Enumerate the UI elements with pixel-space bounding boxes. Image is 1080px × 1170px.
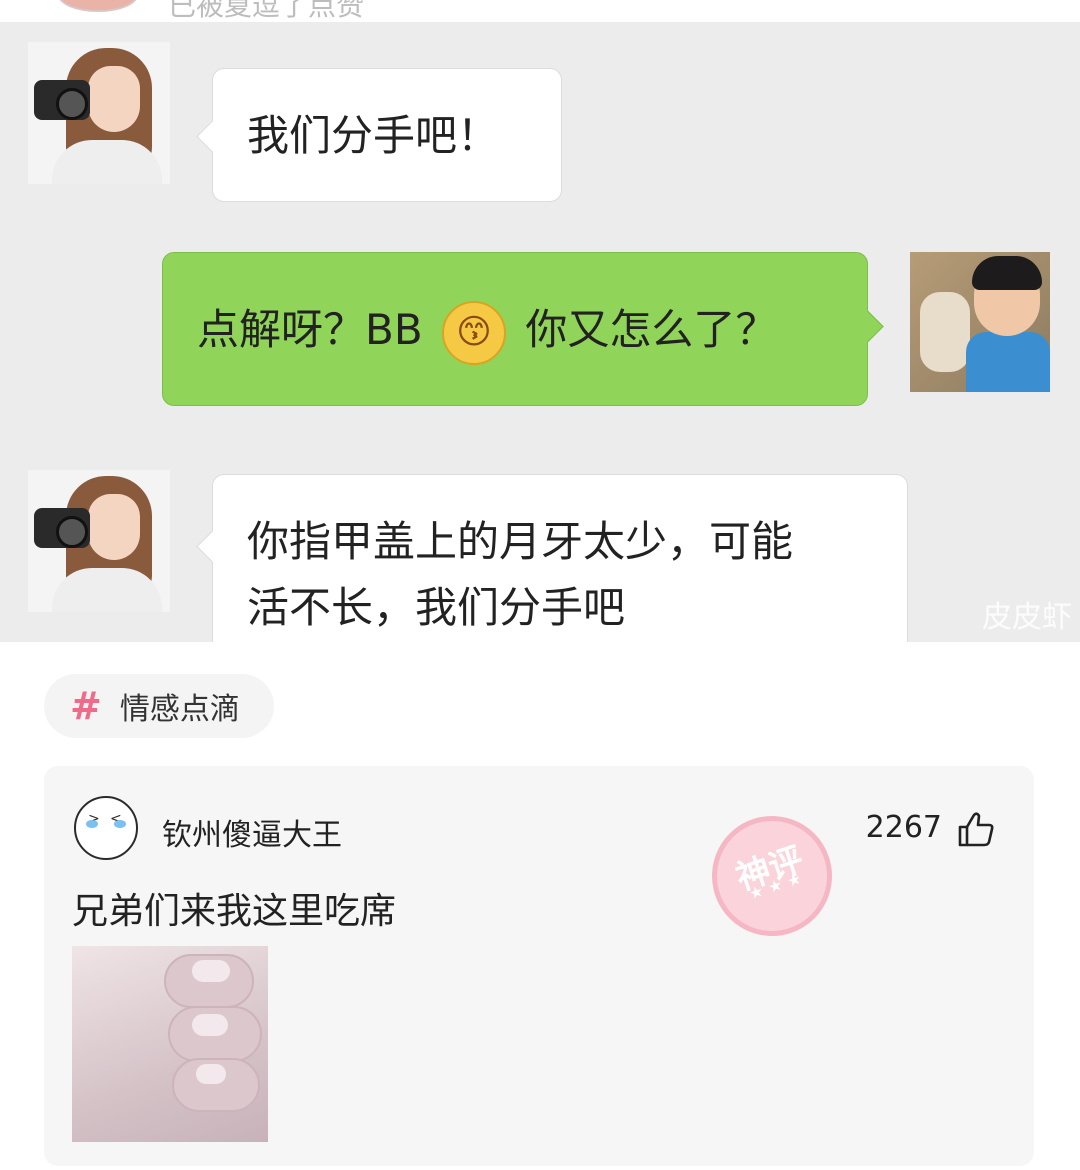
commenter-avatar[interactable]: > < [74,796,138,860]
topic-label: 情感点滴 [119,692,240,727]
chat-message-left: 你指甲盖上的月牙太少，可能 活不长，我们分手吧 [196,474,908,642]
comment-image[interactable] [72,946,268,1142]
girl-avatar [28,470,170,612]
chat-message-left: 我们分手吧！ [196,68,562,202]
watermark: 皮皮虾 [982,600,1072,635]
girl-avatar [28,42,170,184]
chat-message-line: 你指甲盖上的月牙太少，可能 [247,517,794,566]
avatar[interactable] [58,0,138,12]
kiss-emoji-icon: 😙 [442,300,506,365]
chat-message-text: 我们分手吧！ [247,111,500,160]
comment-text: 兄弟们来我这里吃席 [72,891,397,932]
chat-message-right: 点解呀？BB 😙 你又怎么了？ [162,252,884,406]
hashtag-icon: # [70,684,102,728]
thumbs-up-icon[interactable] [956,810,996,850]
chat-message-text: 点解呀？BB [197,305,423,354]
like-count: 2267 [865,810,942,845]
boy-avatar [910,252,1050,392]
liked-by-text: 已被夏逗了点赞 [168,0,365,22]
top-strip: 已被夏逗了点赞 [0,0,1080,22]
chat-message-text: 你又怎么了？ [525,305,778,354]
featured-comment-badge: 神评 ★ ★ ★ [696,800,848,952]
topic-tag[interactable]: # 情感点滴 [44,674,274,738]
top-comment-card[interactable]: > < 钦州傻逼大王 神评 ★ ★ ★ 2267 兄弟们来我这里吃席 [44,766,1034,1166]
post-image-chat-screenshot[interactable]: 我们分手吧！ 点解呀？BB 😙 你又怎么了？ 你指甲盖上的月牙太少，可能 活不长… [0,22,1080,642]
commenter-username[interactable]: 钦州傻逼大王 [162,810,342,854]
chat-message-line: 活不长，我们分手吧 [247,583,626,632]
